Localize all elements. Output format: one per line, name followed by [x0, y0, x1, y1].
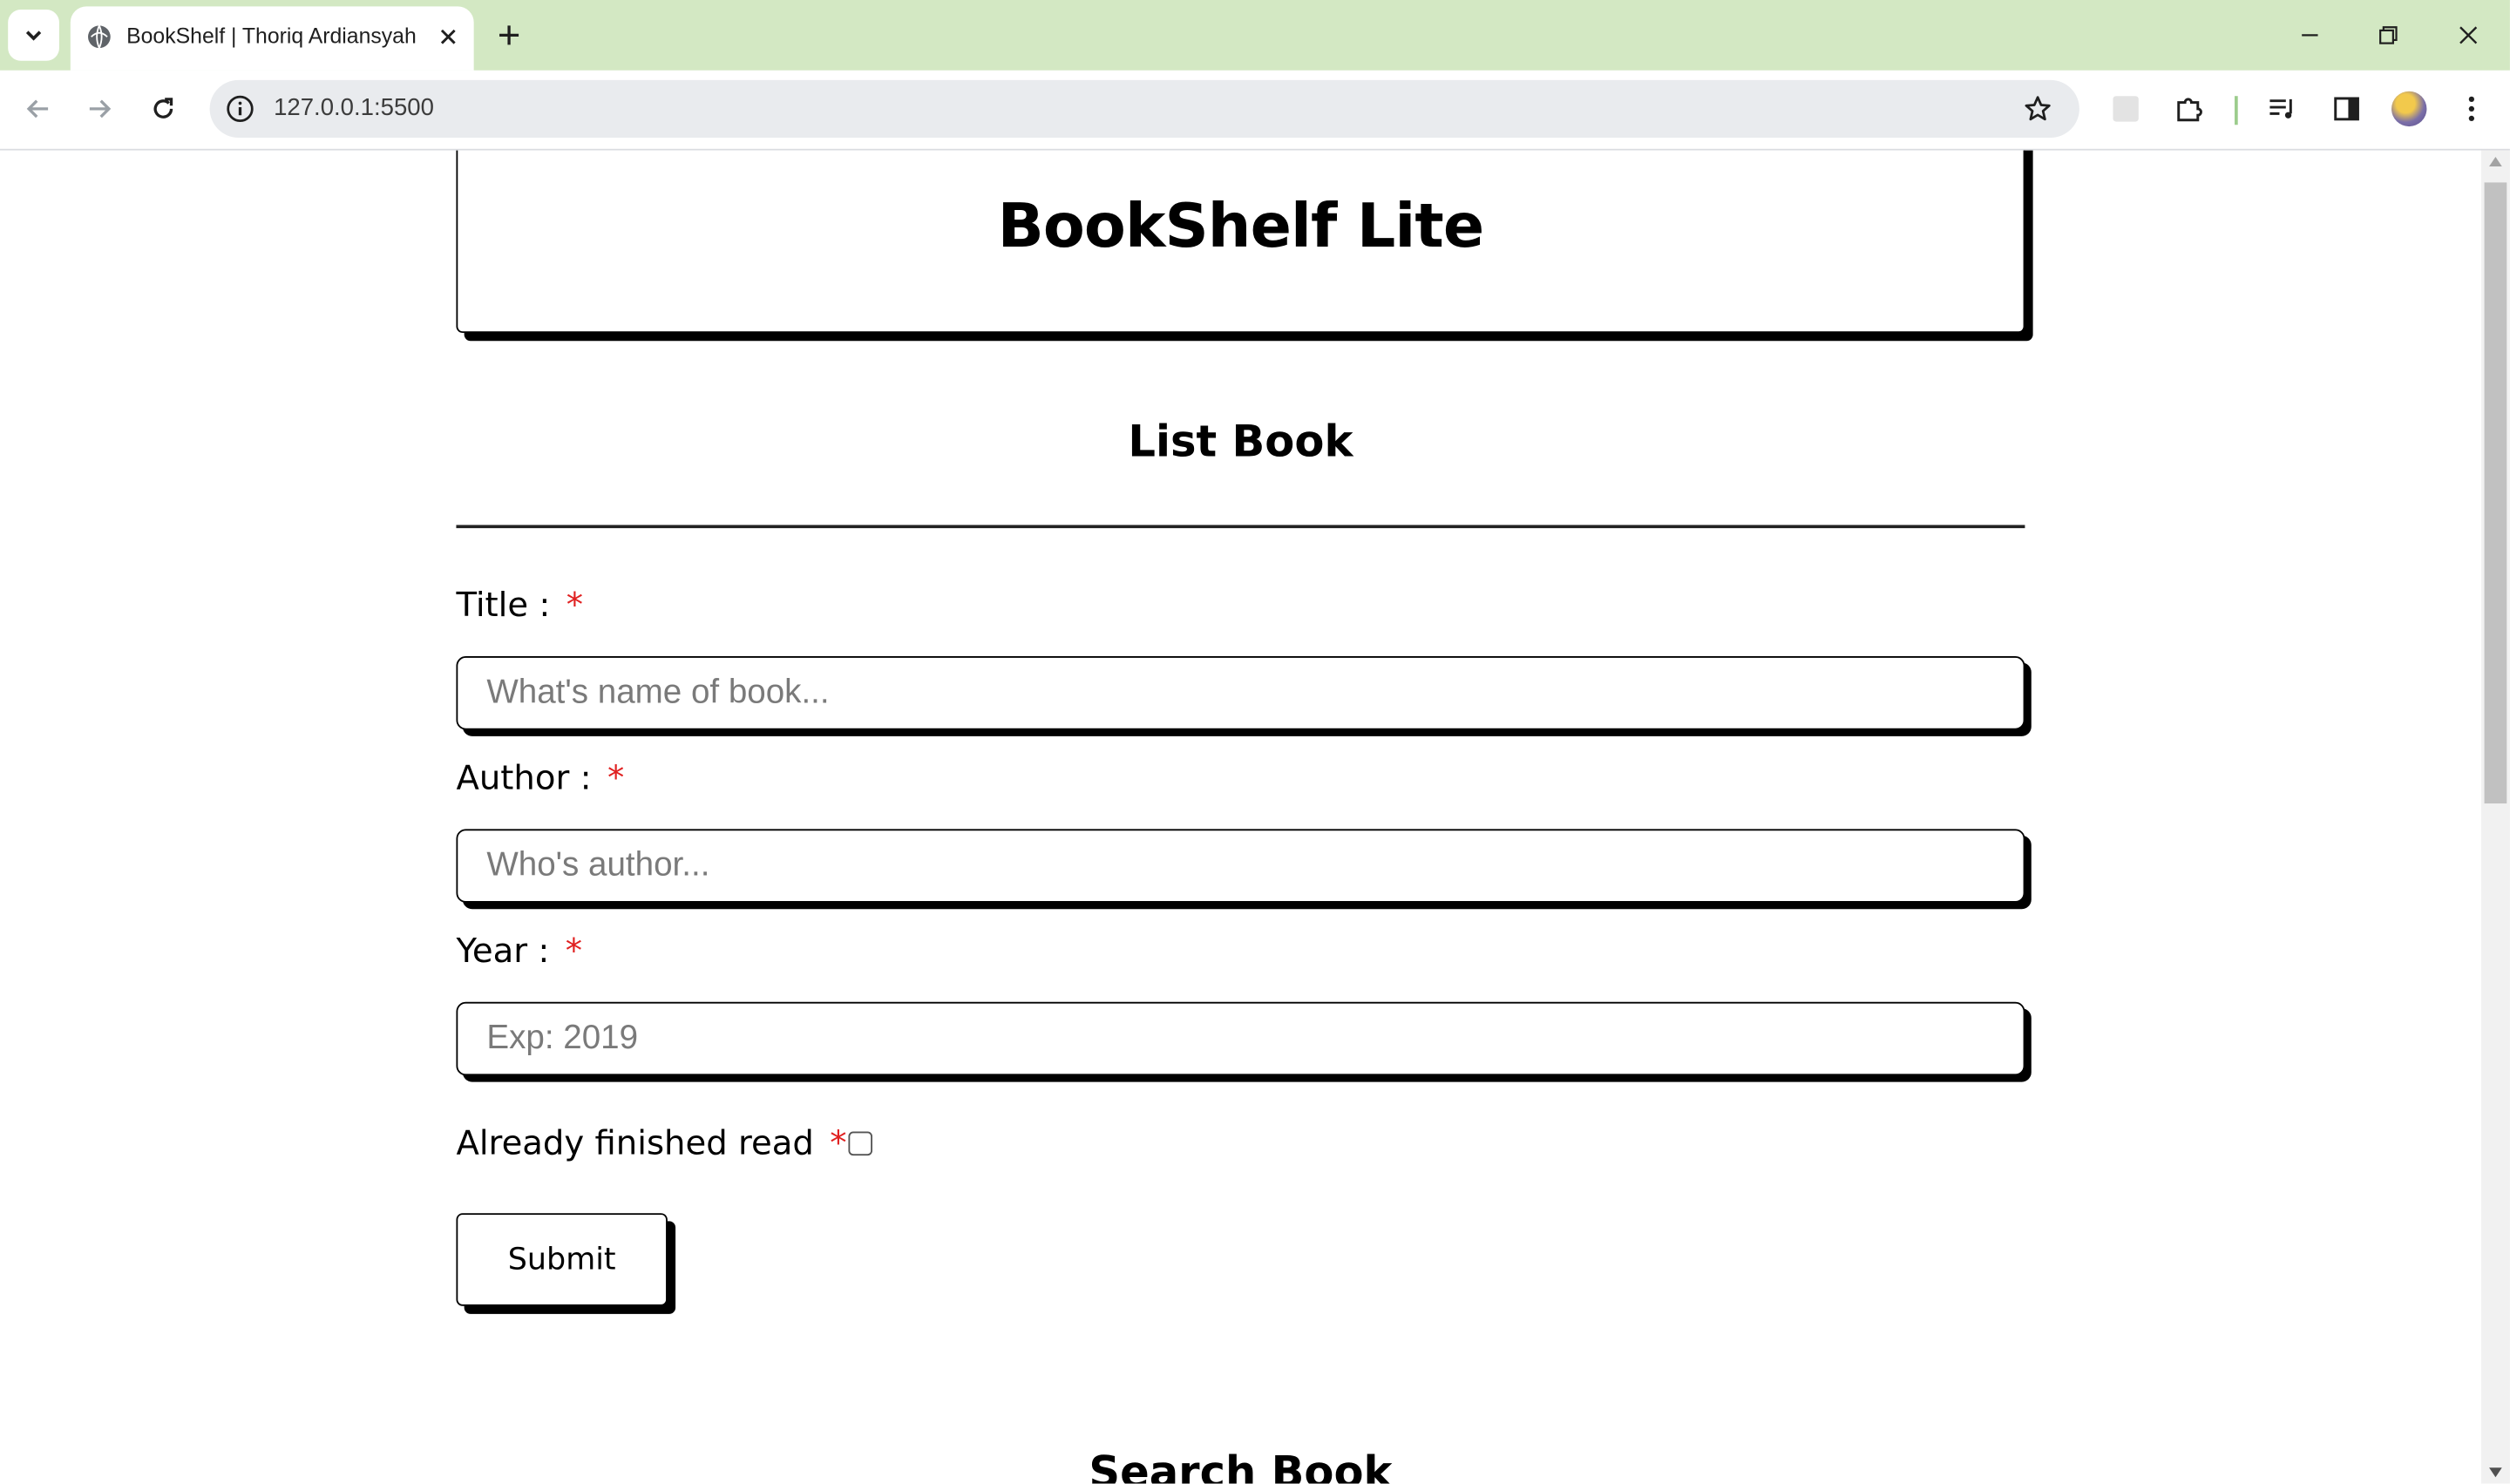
section-divider	[456, 525, 2025, 529]
media-controls-button[interactable]	[2260, 86, 2304, 131]
author-input[interactable]: Who's author...	[456, 829, 2025, 903]
required-mark: *	[566, 586, 584, 625]
extension-button[interactable]	[2103, 86, 2147, 131]
submit-label: Submit	[507, 1242, 616, 1277]
back-button[interactable]	[13, 84, 64, 135]
search-book-heading: Search Book	[1089, 1448, 1393, 1484]
profile-avatar[interactable]	[2391, 91, 2427, 127]
kebab-menu-icon	[2468, 96, 2474, 122]
year-input[interactable]: Exp: 2019	[456, 1001, 2025, 1076]
reload-button[interactable]	[138, 84, 189, 135]
tab-search-button[interactable]	[8, 10, 59, 61]
year-label: Year : *	[456, 932, 582, 970]
minimize-button[interactable]	[2271, 0, 2348, 71]
close-icon	[440, 29, 456, 44]
side-panel-button[interactable]	[2324, 86, 2369, 131]
author-label-text: Author :	[456, 758, 592, 797]
arrow-right-icon	[89, 99, 112, 119]
required-mark: *	[607, 758, 625, 797]
required-mark: *	[830, 1123, 847, 1162]
title-label: Title : *	[456, 586, 583, 624]
year-placeholder: Exp: 2019	[486, 1019, 639, 1057]
author-placeholder: Who's author...	[486, 846, 710, 884]
title-placeholder: What's name of book...	[486, 674, 830, 711]
info-icon	[227, 95, 254, 123]
submit-button[interactable]: Submit	[456, 1213, 668, 1306]
close-icon	[2459, 26, 2478, 44]
close-window-button[interactable]	[2430, 0, 2507, 71]
finished-checkbox[interactable]	[848, 1131, 873, 1156]
finished-label-text: Already finished read	[456, 1123, 814, 1162]
scroll-up-arrow[interactable]	[2489, 156, 2502, 167]
scroll-down-arrow[interactable]	[2489, 1467, 2502, 1478]
url-text: 127.0.0.1:5500	[274, 94, 434, 122]
browser-toolbar: 127.0.0.1:5500	[0, 70, 2510, 151]
extensions-button[interactable]	[2167, 86, 2212, 131]
extension-icon	[2113, 96, 2139, 122]
forward-button[interactable]	[73, 84, 125, 135]
author-label: Author : *	[456, 759, 624, 797]
toolbar-divider	[2235, 96, 2238, 125]
tab-title: BookShelf | Thoriq Ardiansyah	[126, 24, 417, 49]
page-scrollbar[interactable]	[2480, 150, 2510, 1484]
browser-menu-button[interactable]	[2449, 86, 2493, 131]
finished-label: Already finished read *	[456, 1123, 846, 1162]
reload-icon	[153, 98, 173, 119]
page-viewport: BookShelf Lite List Book Title : * What's…	[0, 150, 2481, 1484]
media-controls-icon	[2269, 98, 2292, 119]
minimize-icon	[2302, 34, 2318, 37]
address-bar[interactable]: 127.0.0.1:5500	[209, 79, 2079, 138]
restore-button[interactable]	[2350, 0, 2426, 71]
star-icon	[2025, 96, 2051, 121]
plus-icon	[499, 25, 519, 45]
tab-strip: BookShelf | Thoriq Ardiansyah	[0, 0, 2510, 71]
year-label-text: Year :	[456, 931, 550, 971]
app-title: BookShelf Lite	[997, 190, 1485, 261]
puzzle-icon	[2177, 98, 2202, 122]
title-input[interactable]: What's name of book...	[456, 656, 2025, 730]
required-mark: *	[565, 931, 583, 971]
browser-tab-active[interactable]: BookShelf | Thoriq Ardiansyah	[70, 6, 474, 71]
scrollbar-thumb[interactable]	[2484, 182, 2507, 804]
list-book-heading: List Book	[1128, 417, 1353, 468]
chevron-down-icon	[25, 30, 42, 41]
restore-icon	[2379, 26, 2398, 44]
arrow-left-icon	[26, 99, 49, 119]
title-label-text: Title :	[456, 586, 551, 625]
new-tab-button[interactable]	[490, 16, 528, 54]
app-header: BookShelf Lite	[456, 150, 2025, 334]
site-info-button[interactable]	[222, 91, 257, 126]
bookmark-button[interactable]	[2018, 90, 2057, 128]
side-panel-icon	[2334, 97, 2359, 121]
globe-icon	[88, 25, 111, 49]
tab-close-button[interactable]	[432, 21, 465, 53]
